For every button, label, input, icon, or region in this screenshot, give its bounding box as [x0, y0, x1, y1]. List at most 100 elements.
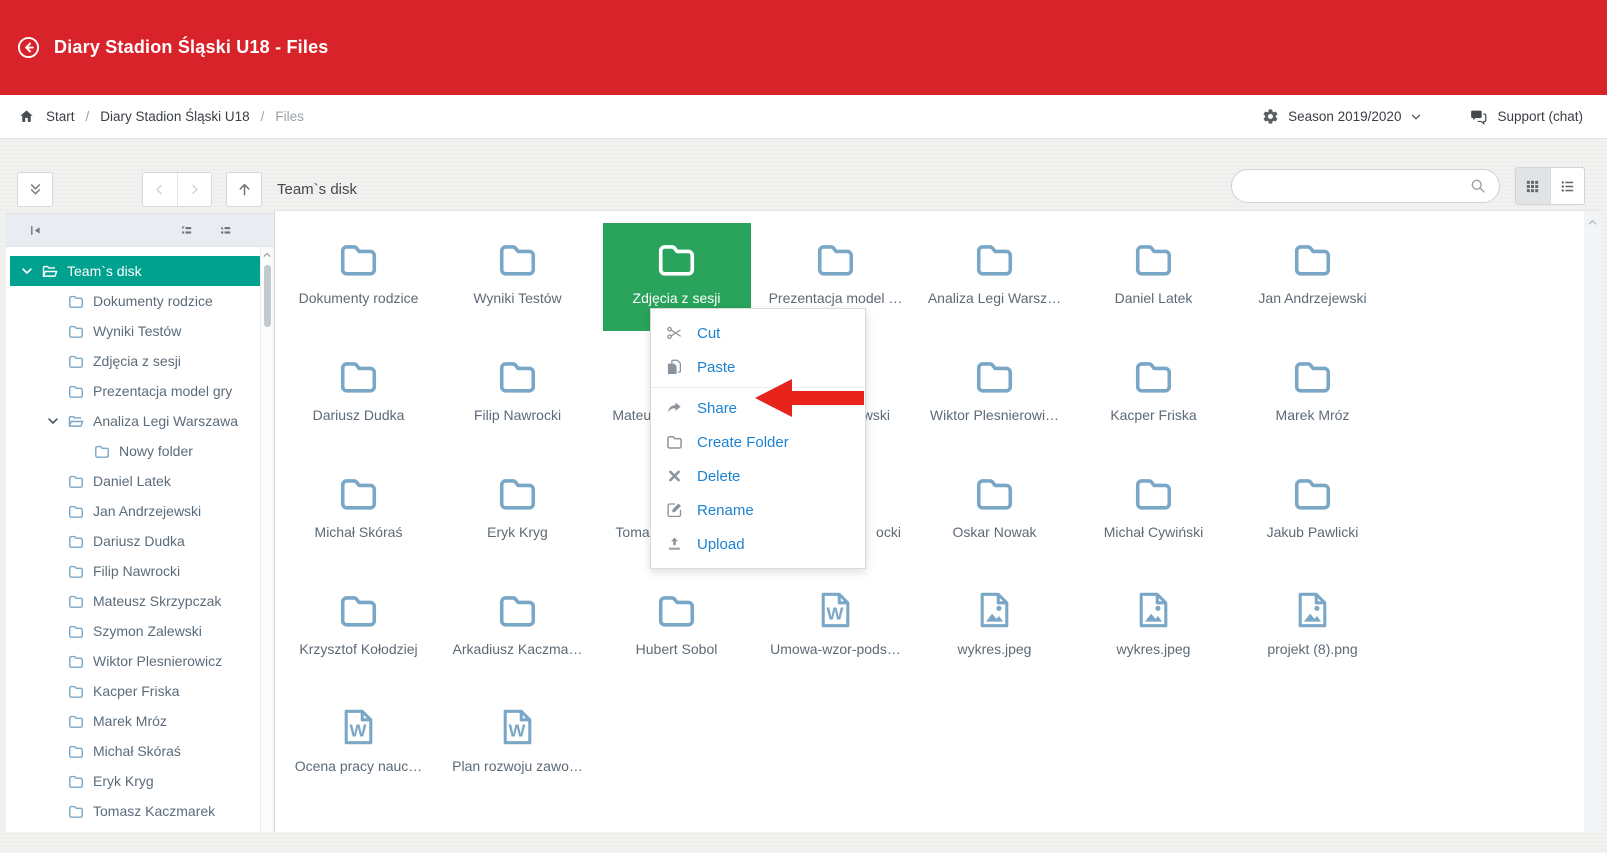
folder-tree-panel: Team`s disk Dokumenty rodziceWyniki Testó… — [6, 247, 273, 832]
tree-item-label: Jan Andrzejewski — [93, 503, 201, 519]
svg-text:W: W — [827, 604, 844, 624]
tree-item-dariusz-dudka[interactable]: Dariusz Dudka — [10, 526, 260, 556]
back-nav-button[interactable] — [143, 173, 177, 206]
tree-item-tomasz-kaczmarek[interactable]: Tomasz Kaczmarek — [10, 796, 260, 826]
support-chat-link[interactable]: Support (chat) — [1497, 109, 1583, 124]
grid-cell: Hubert Sobol — [597, 574, 756, 691]
tree-item-team-s-disk[interactable]: Team`s disk — [10, 256, 260, 286]
tree-item-daniel-latek[interactable]: Daniel Latek — [10, 466, 260, 496]
menu-item-share[interactable]: Share — [651, 391, 865, 425]
search-icon[interactable] — [1469, 177, 1487, 195]
grid-cell: Dokumenty rodzice — [279, 223, 438, 340]
folder-icon — [67, 803, 85, 820]
tree-item-wyniki-testow[interactable]: Wyniki Testów — [10, 316, 260, 346]
file-item-wykres-jpeg[interactable]: wykres.jpeg — [1080, 574, 1228, 682]
double-chevron-down-icon — [27, 181, 44, 198]
tree-item-eryk-kryg[interactable]: Eryk Kryg — [10, 766, 260, 796]
home-icon[interactable] — [18, 108, 35, 125]
tree-item-nowy-folder[interactable]: Nowy folder — [10, 436, 260, 466]
menu-item-upload[interactable]: Upload — [651, 527, 865, 561]
season-selector[interactable]: Season 2019/2020 — [1288, 109, 1401, 124]
caret-down-icon[interactable] — [20, 264, 34, 278]
file-item-wyniki-testow[interactable]: Wyniki Testów — [444, 223, 592, 331]
caret-down-icon[interactable] — [46, 414, 60, 428]
scroll-up-icon[interactable] — [262, 250, 272, 260]
file-grid-panel: Dokumenty rodziceWyniki TestówZdjęcia z … — [274, 210, 1601, 832]
file-item-oskar-nowak[interactable]: Oskar Nowak — [921, 457, 1069, 565]
file-item-arkadiusz-kaczma[interactable]: Arkadiusz Kaczma… — [444, 574, 592, 682]
folder-icon — [971, 353, 1018, 399]
tree-item-prezentacja-model-gry[interactable]: Prezentacja model gry — [10, 376, 260, 406]
tree-item-marek-mroz[interactable]: Marek Mróz — [10, 706, 260, 736]
file-item-jakub-pawlicki[interactable]: Jakub Pawlicki — [1239, 457, 1387, 565]
file-item-krzysztof-ko-odziej[interactable]: Krzysztof Kołodziej — [285, 574, 433, 682]
menu-item-cut[interactable]: Cut — [651, 316, 865, 350]
forward-nav-button[interactable] — [177, 173, 211, 206]
file-item-daniel-latek[interactable]: Daniel Latek — [1080, 223, 1228, 331]
menu-item-paste[interactable]: Paste — [651, 350, 865, 384]
tree-item-wiktor-plesnierowicz[interactable]: Wiktor Plesnierowicz — [10, 646, 260, 676]
file-item-marek-mroz[interactable]: Marek Mróz — [1239, 340, 1387, 448]
tree-item-label: Nowy folder — [119, 443, 193, 459]
file-item-wykres-jpeg[interactable]: wykres.jpeg — [921, 574, 1069, 682]
tree-item-zdjecia-z-sesji[interactable]: Zdjęcia z sesji — [10, 346, 260, 376]
tree-item-label: Michał Skóraś — [93, 743, 181, 759]
main-scrollbar[interactable] — [1584, 211, 1601, 832]
file-item-label: Plan rozwoju zawo… — [452, 758, 583, 774]
grid-view-button[interactable] — [1516, 168, 1550, 204]
paste-icon — [665, 358, 684, 376]
folder-icon — [1130, 236, 1177, 282]
tree-item-dokumenty-rodzice[interactable]: Dokumenty rodzice — [10, 286, 260, 316]
collapse-toolbar-button[interactable] — [17, 172, 53, 207]
menu-item-rename[interactable]: Rename — [651, 493, 865, 527]
tree-item-analiza-legi-warszawa[interactable]: Analiza Legi Warszawa — [10, 406, 260, 436]
panel-collapse-icon[interactable] — [28, 223, 43, 238]
menu-item-label: Share — [697, 400, 737, 417]
tree-item-label: Eryk Kryg — [93, 773, 154, 789]
file-item-eryk-kryg[interactable]: Eryk Kryg — [444, 457, 592, 565]
file-item-label: Dariusz Dudka — [313, 407, 405, 423]
breadcrumb-diary[interactable]: Diary Stadion Śląski U18 — [100, 109, 249, 124]
menu-item-create-folder[interactable]: Create Folder — [651, 425, 865, 459]
file-item-plan-rozwoju-zawo[interactable]: WPlan rozwoju zawo… — [444, 691, 592, 799]
breadcrumb-start[interactable]: Start — [46, 109, 75, 124]
file-item-hubert-sobol[interactable]: Hubert Sobol — [603, 574, 751, 682]
grid-cell: projekt (8).png — [1233, 574, 1392, 691]
breadcrumb-separator: / — [261, 109, 265, 124]
file-item-kacper-friska[interactable]: Kacper Friska — [1080, 340, 1228, 448]
file-item-projekt-8-png[interactable]: projekt (8).png — [1239, 574, 1387, 682]
back-icon[interactable] — [16, 35, 41, 60]
chevron-down-icon[interactable] — [1410, 111, 1422, 123]
tree-item-mateusz-skrzypczak[interactable]: Mateusz Skrzypczak — [10, 586, 260, 616]
grid-cell: Filip Nawrocki — [438, 340, 597, 457]
file-item-dokumenty-rodzice[interactable]: Dokumenty rodzice — [285, 223, 433, 331]
file-item-filip-nawrocki[interactable]: Filip Nawrocki — [444, 340, 592, 448]
file-item-label: Wiktor Plesnierowi… — [930, 407, 1059, 423]
tree-item-szymon-zalewski[interactable]: Szymon Zalewski — [10, 616, 260, 646]
list-view-button[interactable] — [1550, 168, 1584, 204]
file-item-micha-cywinski[interactable]: Michał Cywiński — [1080, 457, 1228, 565]
file-item-wiktor-plesnierowi[interactable]: Wiktor Plesnierowi… — [921, 340, 1069, 448]
tree-item-jan-andrzejewski[interactable]: Jan Andrzejewski — [10, 496, 260, 526]
scroll-up-icon[interactable] — [1587, 217, 1598, 228]
file-item-analiza-legi-warsz[interactable]: Analiza Legi Warsz… — [921, 223, 1069, 331]
tree-item-label: Szymon Zalewski — [93, 623, 202, 639]
sidebar-scrollbar[interactable] — [260, 247, 273, 832]
up-folder-button[interactable] — [226, 172, 262, 207]
scrollbar-thumb[interactable] — [264, 265, 271, 327]
tree-item-filip-nawrocki[interactable]: Filip Nawrocki — [10, 556, 260, 586]
tree-item-micha-skoras[interactable]: Michał Skóraś — [10, 736, 260, 766]
tree-item-label: Team`s disk — [67, 263, 142, 279]
file-item-micha-skoras[interactable]: Michał Skóraś — [285, 457, 433, 565]
tree-collapse-icon[interactable] — [179, 223, 194, 238]
file-item-jan-andrzejewski[interactable]: Jan Andrzejewski — [1239, 223, 1387, 331]
file-item-dariusz-dudka[interactable]: Dariusz Dudka — [285, 340, 433, 448]
grid-cell: Analiza Legi Warsz… — [915, 223, 1074, 340]
file-item-ocena-pracy-nauc[interactable]: WOcena pracy nauc… — [285, 691, 433, 799]
breadcrumb-separator: / — [86, 109, 90, 124]
tree-expand-icon[interactable] — [218, 223, 233, 238]
file-item-umowa-wzor-pods[interactable]: WUmowa-wzor-pods… — [762, 574, 910, 682]
tree-item-kacper-friska[interactable]: Kacper Friska — [10, 676, 260, 706]
menu-item-delete[interactable]: Delete — [651, 459, 865, 493]
search-input[interactable] — [1248, 178, 1469, 195]
